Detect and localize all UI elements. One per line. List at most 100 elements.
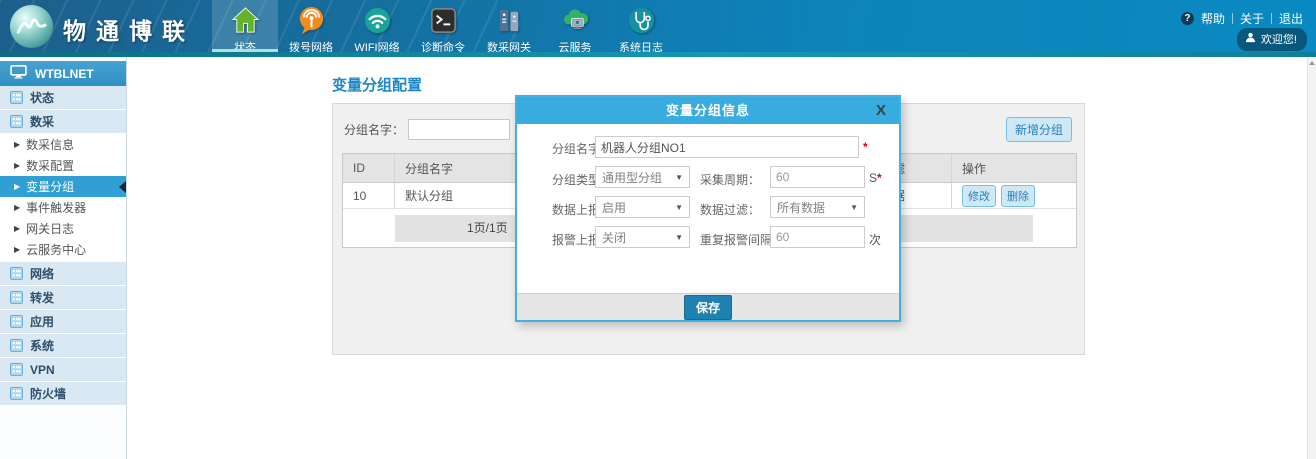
welcome-user-badge[interactable]: 欢迎您! xyxy=(1237,28,1307,51)
list-icon xyxy=(10,267,23,280)
selected-value: 关闭 xyxy=(602,229,626,246)
close-icon[interactable]: X xyxy=(876,97,887,124)
list-icon xyxy=(10,91,23,104)
cell-actions: 修改 删除 xyxy=(952,183,1076,209)
group-type-select[interactable]: 通用型分组 ▼ xyxy=(595,166,690,188)
data-filter-label: 数据过滤： xyxy=(700,201,760,218)
nav-item-system-log[interactable]: 系统日志 xyxy=(608,0,674,52)
nav-item-status[interactable]: 状态 xyxy=(212,0,278,52)
sidebar-item-label: 防火墙 xyxy=(30,385,66,402)
sidebar-item-label: 云服务中心 xyxy=(26,241,86,258)
selected-value: 所有数据 xyxy=(777,199,825,216)
sidebar-item-firewall[interactable]: 防火墙 xyxy=(0,382,126,406)
sidebar-item-event-trigger[interactable]: ▶ 事件触发器 xyxy=(0,197,126,218)
search-label: 分组名字： xyxy=(344,121,404,138)
sidebar-item-label: 数采信息 xyxy=(26,136,74,153)
sidebar-item-forward[interactable]: 转发 xyxy=(0,286,126,310)
sidebar-item-label: 转发 xyxy=(30,289,54,306)
nav-item-data-gateway[interactable]: 数采网关 xyxy=(476,0,542,52)
sidebar-item-network[interactable]: 网络 xyxy=(0,262,126,286)
gateway-icon xyxy=(476,5,542,36)
about-link[interactable]: 关于 xyxy=(1240,10,1264,27)
data-filter-select[interactable]: 所有数据 ▼ xyxy=(770,196,865,218)
required-asterisk: * xyxy=(863,140,868,154)
help-link[interactable]: 帮助 xyxy=(1201,10,1225,27)
list-icon xyxy=(10,387,23,400)
selected-value: 通用型分组 xyxy=(602,169,662,186)
logo-sphere-icon xyxy=(8,3,55,55)
chevron-down-icon: ▼ xyxy=(675,233,683,242)
sidebar-item-label: 变量分组 xyxy=(26,178,74,195)
group-name-search-input[interactable] xyxy=(408,119,510,140)
submenu-arrow-icon: ▶ xyxy=(14,204,20,212)
cell-id: 10 xyxy=(343,183,395,209)
collect-period-unit: S xyxy=(869,171,877,185)
sidebar-item-label: VPN xyxy=(30,363,55,377)
sidebar-item-application[interactable]: 应用 xyxy=(0,310,126,334)
sidebar-item-collect-info[interactable]: ▶ 数采信息 xyxy=(0,134,126,155)
collect-period-label: 采集周期： xyxy=(700,171,760,188)
column-header-id: ID xyxy=(343,154,395,183)
submenu-arrow-icon: ▶ xyxy=(14,162,20,170)
delete-button[interactable]: 删除 xyxy=(1001,185,1035,207)
page-scrollbar[interactable] xyxy=(1307,57,1316,459)
group-name-input[interactable] xyxy=(595,136,859,158)
nav-item-cloud-service[interactable]: 云服务 xyxy=(542,0,608,52)
collect-period-input[interactable] xyxy=(770,166,865,188)
welcome-text: 欢迎您! xyxy=(1261,31,1297,47)
nav-item-dial-network[interactable]: 拨号网络 xyxy=(278,0,344,52)
chevron-down-icon: ▼ xyxy=(850,203,858,212)
submenu-arrow-icon: ▶ xyxy=(14,141,20,149)
nav-item-diagnostic-command[interactable]: 诊断命令 xyxy=(410,0,476,52)
logout-link[interactable]: 退出 xyxy=(1279,10,1303,27)
submenu-arrow-icon: ▶ xyxy=(14,183,20,191)
sidebar-item-collect-config[interactable]: ▶ 数采配置 xyxy=(0,155,126,176)
link-divider xyxy=(1271,13,1272,24)
required-asterisk: * xyxy=(877,171,882,185)
header-links: ? 帮助 关于 退出 xyxy=(1181,10,1303,27)
sidebar-item-variable-group[interactable]: ▶ 变量分组 xyxy=(0,176,126,197)
save-button[interactable]: 保存 xyxy=(684,295,732,320)
modify-button[interactable]: 修改 xyxy=(962,185,996,207)
list-icon xyxy=(10,363,23,376)
sidebar-item-label: 数采 xyxy=(30,113,54,130)
nav-item-wifi-network[interactable]: WIFI网络 xyxy=(344,0,410,52)
sidebar-item-label: 网关日志 xyxy=(26,220,74,237)
sidebar-item-gateway-log[interactable]: ▶ 网关日志 xyxy=(0,218,126,239)
top-nav: 状态 拨号网络 xyxy=(212,0,674,52)
alarm-report-select[interactable]: 关闭 ▼ xyxy=(595,226,690,248)
brand-name: 物通博联 xyxy=(63,12,195,46)
chevron-down-icon: ▼ xyxy=(675,173,683,182)
chevron-down-icon: ▼ xyxy=(675,203,683,212)
link-divider xyxy=(1232,13,1233,24)
sidebar-item-label: 系统 xyxy=(30,337,54,354)
sidebar-item-label: 数采配置 xyxy=(26,157,74,174)
column-header-actions: 操作 xyxy=(952,154,1076,183)
modal-footer: 保存 xyxy=(517,293,899,320)
sidebar-item-status[interactable]: 状态 xyxy=(0,86,126,110)
sidebar-item-cloud-center[interactable]: ▶ 云服务中心 xyxy=(0,239,126,260)
page: 物通博联 状态 xyxy=(0,0,1316,459)
data-report-select[interactable]: 启用 ▼ xyxy=(595,196,690,218)
person-icon xyxy=(1245,32,1256,46)
brand-logo: 物通博联 xyxy=(8,3,195,55)
submenu-arrow-icon: ▶ xyxy=(14,225,20,233)
sidebar-item-vpn[interactable]: VPN xyxy=(0,358,126,382)
sidebar-item-data-collect[interactable]: 数采 xyxy=(0,110,126,134)
stethoscope-icon xyxy=(608,5,674,36)
help-icon: ? xyxy=(1181,12,1194,25)
sidebar: WTBLNET 状态 数采 ▶ 数采信息 ▶ 数采配置 ▶ 变量分组 ▶ 事件触… xyxy=(0,57,127,459)
main-content: 变量分组配置 分组名字： 搜索 新增分组 ID 分组名字 数据过滤 操作 10 … xyxy=(128,57,1307,459)
scroll-up-icon[interactable] xyxy=(1309,61,1315,65)
home-icon xyxy=(212,5,278,36)
modal-title: 变量分组信息 xyxy=(666,103,750,118)
sidebar-item-system[interactable]: 系统 xyxy=(0,334,126,358)
sidebar-item-label: 网络 xyxy=(30,265,54,282)
alarm-interval-input[interactable] xyxy=(770,226,865,248)
variable-group-modal: 变量分组信息 X 分组名字： * 分组类型： 通用型分组 ▼ 采集周期： S *… xyxy=(515,95,901,322)
alarm-interval-unit: 次 xyxy=(869,231,881,248)
list-icon xyxy=(10,291,23,304)
submenu-arrow-icon: ▶ xyxy=(14,246,20,254)
add-group-button[interactable]: 新增分组 xyxy=(1006,117,1072,142)
sidebar-item-label: 应用 xyxy=(30,313,54,330)
